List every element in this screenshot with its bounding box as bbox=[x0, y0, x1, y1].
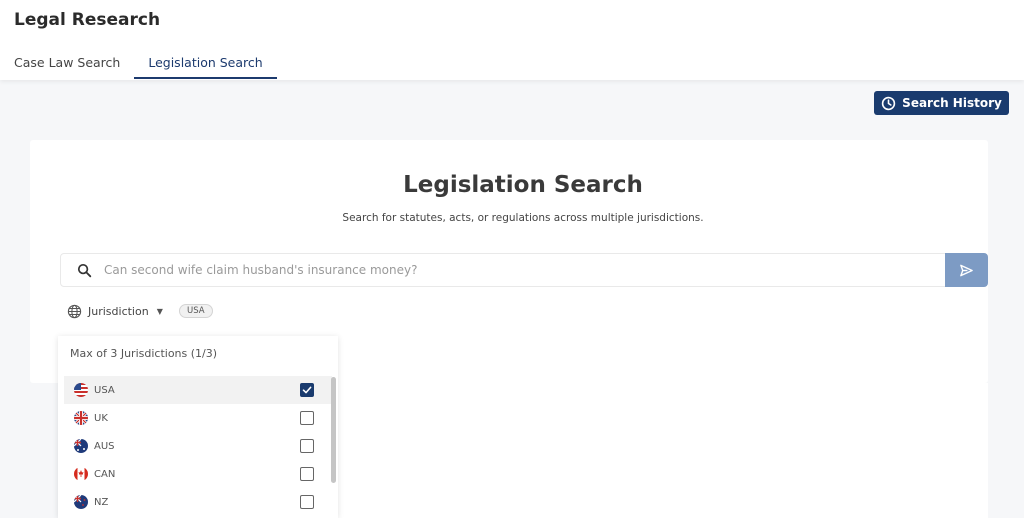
uk-flag-icon bbox=[74, 411, 88, 425]
usa-flag-icon bbox=[74, 383, 88, 397]
search-history-button[interactable]: Search History bbox=[874, 91, 1009, 115]
jurisdiction-label: Jurisdiction bbox=[88, 304, 149, 318]
jurisdiction-option-usa[interactable]: USA bbox=[64, 376, 332, 404]
option-checkbox[interactable] bbox=[300, 495, 314, 509]
search-bar bbox=[60, 253, 946, 287]
jurisdiction-option-aus[interactable]: AUS bbox=[64, 432, 332, 460]
option-label: CAN bbox=[94, 468, 116, 480]
dropdown-scrollbar[interactable] bbox=[331, 377, 336, 483]
option-label: UK bbox=[94, 412, 108, 424]
tab-legislation-search[interactable]: Legislation Search bbox=[134, 50, 277, 79]
canada-flag-icon bbox=[74, 467, 88, 481]
option-label: NZ bbox=[94, 496, 109, 508]
jurisdiction-dropdown: Max of 3 Jurisdictions (1/3) USA UK AUS … bbox=[58, 336, 338, 518]
nz-flag-icon bbox=[74, 495, 88, 509]
option-checkbox[interactable] bbox=[300, 467, 314, 481]
app-title: Legal Research bbox=[14, 10, 161, 30]
globe-icon bbox=[67, 304, 82, 318]
dropdown-header: Max of 3 Jurisdictions (1/3) bbox=[70, 347, 218, 360]
jurisdiction-option-nz[interactable]: NZ bbox=[64, 488, 332, 516]
jurisdiction-options: USA UK AUS CAN NZ bbox=[64, 376, 332, 516]
option-checkbox[interactable] bbox=[300, 439, 314, 453]
send-icon bbox=[960, 264, 973, 276]
aus-flag-icon bbox=[74, 439, 88, 453]
page-subtitle: Search for statutes, acts, or regulation… bbox=[342, 212, 704, 224]
jurisdiction-selector[interactable]: Jurisdiction ▼ bbox=[67, 302, 163, 320]
jurisdiction-option-can[interactable]: CAN bbox=[64, 460, 332, 488]
search-input[interactable] bbox=[104, 254, 934, 286]
option-checkbox[interactable] bbox=[300, 411, 314, 425]
tab-case-law-search[interactable]: Case Law Search bbox=[0, 50, 134, 79]
clock-icon bbox=[881, 96, 896, 110]
caret-down-icon: ▼ bbox=[156, 306, 163, 316]
jurisdiction-option-uk[interactable]: UK bbox=[64, 404, 332, 432]
page-title: Legislation Search bbox=[403, 172, 643, 198]
option-label: USA bbox=[94, 384, 115, 396]
search-submit-button[interactable] bbox=[945, 253, 988, 287]
option-label: AUS bbox=[94, 440, 115, 452]
option-checkbox[interactable] bbox=[300, 383, 314, 397]
search-icon bbox=[77, 263, 92, 278]
selected-jurisdiction-chip[interactable]: USA bbox=[179, 304, 213, 318]
tab-bar: Case Law Search Legislation Search bbox=[0, 50, 277, 80]
search-history-label: Search History bbox=[902, 96, 1002, 110]
check-icon bbox=[302, 386, 312, 394]
search-card-body bbox=[338, 383, 988, 518]
top-bar: Legal Research Case Law Search Legislati… bbox=[0, 0, 1024, 80]
